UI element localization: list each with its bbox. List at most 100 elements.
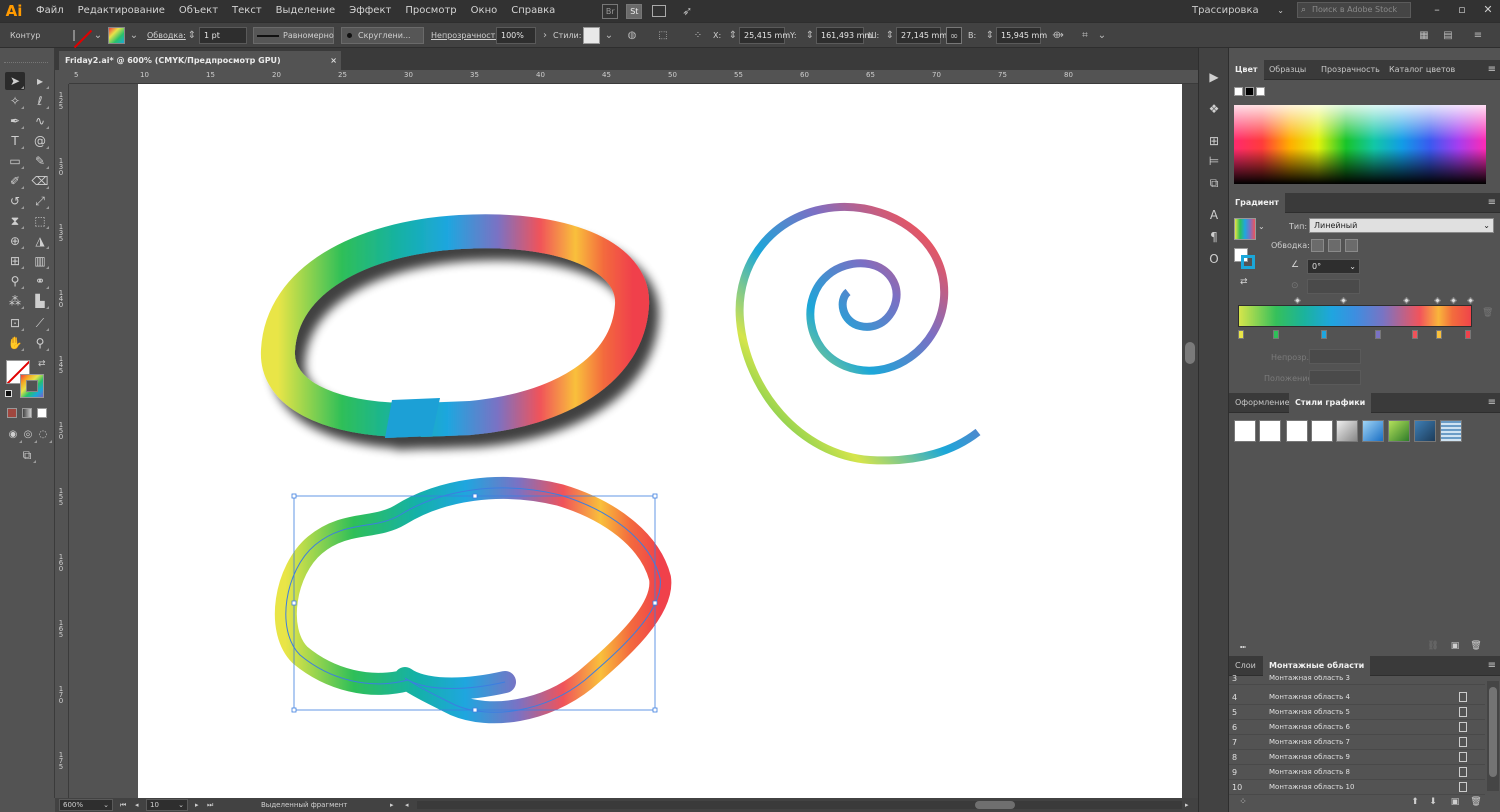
fill-none-swatch[interactable] <box>73 30 75 41</box>
opentype-icon[interactable]: O <box>1205 250 1223 268</box>
artboard-options-icon[interactable] <box>1459 737 1467 747</box>
next-artboard-icon[interactable]: ▸ <box>195 799 199 811</box>
artboard-options-icon[interactable] <box>1459 692 1467 702</box>
gradient-mode-icon[interactable] <box>22 408 32 418</box>
arrange-documents-icon[interactable] <box>652 5 667 17</box>
close-tab-icon[interactable]: × <box>330 51 337 70</box>
ruler-vertical[interactable]: 125 130 135 140 145 150 155 160 165 170 … <box>55 84 69 798</box>
slice-tool-icon[interactable]: ⟋ <box>30 314 50 332</box>
pathfinder-icon[interactable]: ⧉ <box>1205 174 1223 192</box>
artboard-options-icon[interactable] <box>1459 722 1467 732</box>
chevron-down-icon[interactable]: ⌄ <box>1094 27 1110 44</box>
menu-view[interactable]: Просмотр <box>398 0 463 22</box>
width-field[interactable]: 27,145 mm <box>896 27 947 44</box>
panel-menu-icon[interactable]: ≡ <box>1488 193 1496 213</box>
artboards-scrollbar[interactable] <box>1487 681 1499 791</box>
align-panel-icon[interactable]: ⊨ <box>1205 152 1223 170</box>
tab-appearance[interactable]: Оформление <box>1229 393 1296 413</box>
stroke-weight-field[interactable]: 1 pt <box>199 27 247 44</box>
recolor-artwork-icon[interactable]: ◍ <box>624 27 640 44</box>
graphic-style-stroke[interactable] <box>1311 420 1333 442</box>
panel-menu-icon[interactable]: ≡ <box>1488 393 1496 413</box>
chevron-down-icon[interactable]: ⌄ <box>1258 222 1265 231</box>
scale-tool-icon[interactable]: ⤢ <box>30 192 50 210</box>
stroke-within-icon[interactable] <box>1311 239 1324 252</box>
arrange-panels-icon[interactable]: ▦ <box>1416 27 1432 44</box>
zoom-field[interactable]: 600% ⌄ <box>59 799 113 811</box>
graphic-style-blue[interactable] <box>1362 420 1384 442</box>
list-item[interactable]: 8 Монтажная область 9 <box>1229 750 1485 765</box>
gradient-spiral-shape[interactable] <box>735 202 981 465</box>
mesh-tool-icon[interactable]: ⊞ <box>5 252 25 270</box>
stock-icon[interactable]: St <box>626 3 643 19</box>
shaper-tool-icon[interactable]: ✐ <box>5 172 25 190</box>
constrain-proportions-icon[interactable]: ∞ <box>946 27 962 44</box>
chevron-down-icon[interactable]: ⌄ <box>601 27 617 44</box>
control-panel-menu-icon[interactable]: ≡ <box>1470 27 1486 44</box>
graphic-style-texture[interactable] <box>1414 420 1436 442</box>
last-artboard-icon[interactable]: ⏭ <box>207 799 213 811</box>
shape-builder-tool-icon[interactable]: ⊕ <box>5 232 25 250</box>
reference-point-icon[interactable]: ⁘ <box>690 27 706 44</box>
tab-artboards[interactable]: Монтажные области <box>1263 656 1371 676</box>
stock-search-input[interactable]: ⌕ Поиск в Adobe Stock <box>1297 2 1411 18</box>
y-field[interactable]: 161,493 mm <box>816 27 872 44</box>
none-color-icon[interactable] <box>1234 87 1243 96</box>
list-item[interactable]: 6 Монтажная область 6 <box>1229 720 1485 735</box>
none-mode-icon[interactable] <box>37 408 47 418</box>
paintbrush-tool-icon[interactable]: ✎ <box>30 152 50 170</box>
menu-type[interactable]: Текст <box>225 0 269 22</box>
chevron-right-icon[interactable]: › <box>537 27 553 44</box>
height-field[interactable]: 15,945 mm <box>996 27 1047 44</box>
graphic-style-shadow[interactable] <box>1336 420 1358 442</box>
symbol-sprayer-tool-icon[interactable]: ⁂ <box>5 292 25 310</box>
graphic-style-none[interactable] <box>1259 420 1281 442</box>
previous-artboard-icon[interactable]: ◂ <box>135 799 139 811</box>
artboards-list[interactable]: 3 Монтажная область 3 4 Монтажная область … <box>1229 675 1485 798</box>
move-down-icon[interactable]: ⬇ <box>1427 797 1439 808</box>
graphic-style-swatch[interactable] <box>583 27 600 44</box>
midpoint-diamond[interactable] <box>1449 296 1458 305</box>
bridge-icon[interactable]: Br <box>602 3 619 19</box>
transform-panel-icon[interactable]: ⊞ <box>1205 132 1223 150</box>
white-color-icon[interactable] <box>1256 87 1265 96</box>
gradient-stop[interactable] <box>1465 330 1471 339</box>
midpoint-diamond[interactable] <box>1402 296 1411 305</box>
black-color-icon[interactable] <box>1245 87 1254 96</box>
swap-fill-stroke-icon[interactable]: ⇄ <box>38 359 46 369</box>
paragraph-icon[interactable]: ¶ <box>1205 228 1223 246</box>
pasteboard[interactable] <box>69 84 1182 798</box>
spiral-tool-icon[interactable]: @ <box>30 132 50 150</box>
tab-transparency[interactable]: Прозрачность <box>1315 60 1386 80</box>
gradient-stop[interactable] <box>1321 330 1327 339</box>
vertical-scrollbar[interactable] <box>1182 84 1198 798</box>
horizontal-scrollbar-track[interactable] <box>417 801 1182 809</box>
graphic-style-default[interactable] <box>1234 420 1256 442</box>
gradient-type-select[interactable]: Линейный ⌄ <box>1309 218 1494 233</box>
tab-gradient[interactable]: Градиент <box>1229 193 1285 213</box>
graphic-style-lines[interactable] <box>1440 420 1462 442</box>
panel-menu-icon[interactable]: ≡ <box>1488 656 1496 676</box>
tab-layers[interactable]: Слои <box>1229 656 1262 676</box>
horizontal-scrollbar-thumb[interactable] <box>975 801 1015 809</box>
graphic-style-white[interactable] <box>1286 420 1308 442</box>
reverse-gradient-icon[interactable]: ⇄ <box>1240 277 1248 287</box>
stepper-icon[interactable]: ⇕ <box>184 27 200 44</box>
curvature-tool-icon[interactable]: ∿ <box>30 112 50 130</box>
graphic-style-green[interactable] <box>1388 420 1410 442</box>
panel-grip[interactable] <box>4 62 48 64</box>
hand-tool-icon[interactable]: ✋ <box>5 334 25 352</box>
rotate-tool-icon[interactable]: ↺ <box>5 192 25 210</box>
zoom-tool-icon[interactable]: ⚲ <box>30 334 50 352</box>
angle-field[interactable]: 0° ⌄ <box>1307 259 1360 274</box>
brush-definition[interactable]: Скруглени... <box>341 27 424 44</box>
scroll-right-icon[interactable]: ▸ <box>1185 799 1189 811</box>
perspective-grid-tool-icon[interactable]: ◮ <box>30 232 50 250</box>
midpoint-diamond[interactable] <box>1339 296 1348 305</box>
play-action-icon[interactable]: ▶ <box>1205 68 1223 86</box>
direct-selection-tool-icon[interactable]: ▸ <box>30 72 50 90</box>
status-text[interactable]: Выделенный фрагмент <box>261 799 347 811</box>
gradient-stop[interactable] <box>1238 330 1244 339</box>
stroke-across-icon[interactable] <box>1345 239 1358 252</box>
transform-icon[interactable]: ⟴ <box>1050 27 1066 44</box>
